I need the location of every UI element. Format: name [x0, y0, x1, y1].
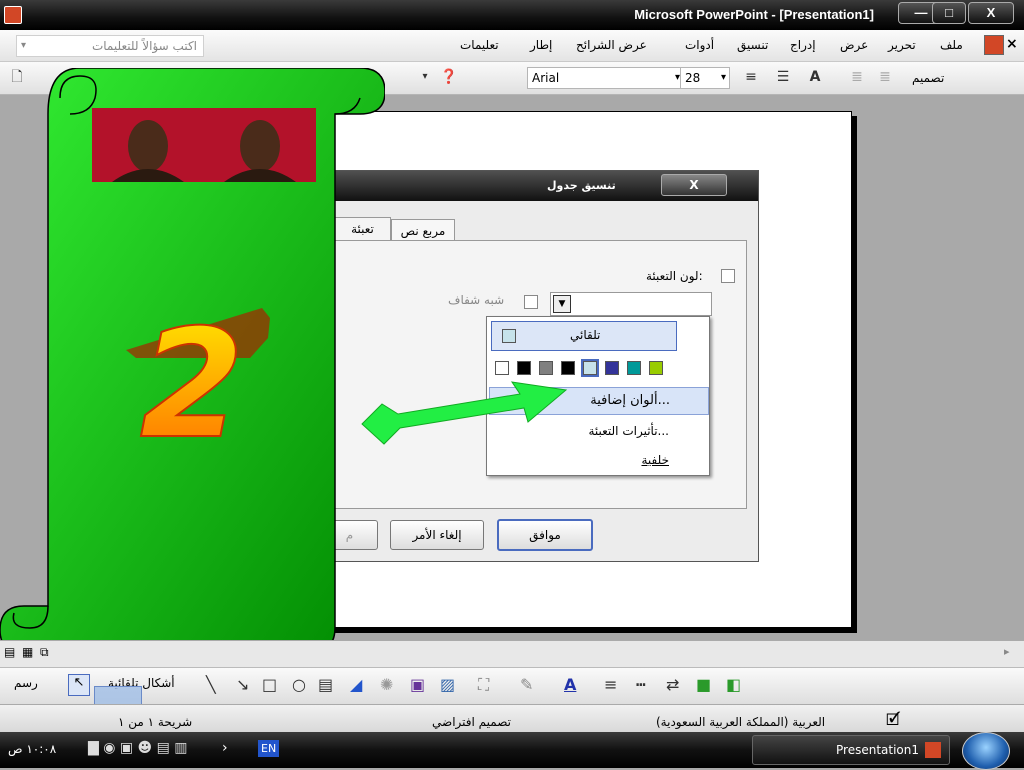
horizontal-scrollbar[interactable]: ▤ ▦ ⧉ ▸: [0, 640, 1024, 667]
automatic-color-option[interactable]: تلقائي: [491, 321, 677, 351]
arrow-style-icon[interactable]: ⇄: [666, 675, 679, 695]
scroll-right-icon[interactable]: ▸: [1004, 645, 1010, 658]
dialog-title: تنسيق جدول: [547, 179, 616, 192]
menu-window[interactable]: إطار: [530, 38, 552, 52]
rectangle-icon[interactable]: □: [262, 675, 277, 695]
semi-transparent-label: شبه شفاف: [448, 293, 505, 307]
design-button[interactable]: تصميم: [912, 71, 944, 85]
color-swatch[interactable]: [627, 361, 641, 375]
wordart-icon[interactable]: ◢: [350, 675, 362, 695]
ask-question-box[interactable]: ▾ اكتب سؤالاً للتعليمات: [16, 35, 204, 57]
language-indicator[interactable]: EN: [258, 740, 280, 757]
color-swatch[interactable]: [649, 361, 663, 375]
shadow-style-icon[interactable]: ■: [696, 675, 711, 695]
design-template: تصميم افتراضي: [432, 715, 511, 729]
color-swatch[interactable]: [605, 361, 619, 375]
slide-info: شريحة ١ من ١: [118, 715, 193, 729]
textbox-icon[interactable]: ▤: [318, 675, 333, 695]
green-scroll-banner: 2: [0, 68, 385, 652]
font-size-value: 28: [685, 71, 701, 85]
dialog-close-button[interactable]: X: [661, 174, 727, 196]
ask-placeholder: اكتب سؤالاً للتعليمات: [91, 39, 197, 53]
diagram-icon[interactable]: ✺: [380, 675, 393, 695]
fill-color-icon[interactable]: ⛶: [478, 675, 489, 695]
background-option[interactable]: خلفية: [641, 453, 669, 467]
menu-slideshow[interactable]: عرض الشرائح: [576, 38, 647, 52]
tray-icons[interactable]: ▇ ◉ ▣ ☻ ▤ ▥: [88, 740, 188, 756]
fill-color-label: لون التعبئة:: [646, 269, 703, 283]
slide-sorter-icon[interactable]: ▦: [22, 645, 33, 659]
menu-file[interactable]: ملف: [940, 38, 963, 52]
cancel-button[interactable]: إلغاء الأمر: [390, 520, 484, 550]
outdent-icon[interactable]: ≣: [876, 68, 894, 86]
clipart-icon[interactable]: ▣: [410, 675, 425, 695]
draw-menu[interactable]: رسم: [14, 676, 38, 690]
line-style-icon[interactable]: ≡: [604, 675, 617, 695]
font-name-value: Arial: [532, 71, 560, 85]
3d-style-icon[interactable]: ◧: [726, 675, 741, 695]
ppt-task-icon: [925, 742, 941, 758]
fill-effects-option[interactable]: تأثيرات التعبئة...: [588, 424, 669, 438]
insert-picture-icon[interactable]: ▨: [440, 675, 455, 695]
color-swatch-row: [495, 359, 695, 377]
task-label: Presentation1: [836, 743, 919, 757]
line-icon[interactable]: ╲: [206, 675, 216, 695]
taskbar-presentation-button[interactable]: Presentation1: [752, 735, 950, 765]
color-swatch[interactable]: [517, 361, 531, 375]
fill-color-checkbox[interactable]: [721, 269, 735, 283]
align-right-icon[interactable]: ≡: [742, 68, 760, 86]
line-color-icon[interactable]: ✎: [520, 675, 533, 695]
start-button-icon[interactable]: [962, 732, 1010, 770]
indent-icon[interactable]: ≣: [848, 68, 866, 86]
zoom-dropdown-icon[interactable]: ▾: [416, 68, 434, 86]
more-colors-label: ألوان إضافية...: [590, 393, 670, 408]
font-color-icon[interactable]: A: [564, 675, 576, 695]
menu-edit[interactable]: تحرير: [888, 38, 916, 52]
tray-expand-icon[interactable]: ›: [222, 740, 228, 756]
color-swatch[interactable]: [581, 359, 599, 377]
font-size-combo[interactable]: 28 ▾: [680, 67, 730, 89]
menu-tools[interactable]: أدوات: [685, 38, 714, 52]
ok-button[interactable]: موافق: [497, 519, 593, 551]
size-dropdown-icon[interactable]: ▾: [721, 68, 726, 88]
color-swatch[interactable]: [539, 361, 553, 375]
menu-format[interactable]: تنسيق: [737, 38, 768, 52]
color-swatch[interactable]: [561, 361, 575, 375]
dropdown-arrow-icon[interactable]: ▾: [21, 36, 26, 56]
status-bar: شريحة ١ من ١ تصميم افتراضي العربية (المم…: [0, 704, 1024, 733]
bullets-icon[interactable]: ☰: [774, 68, 792, 86]
automatic-swatch: [502, 329, 516, 343]
taskbar: ١٠:٠٨ ص ▇ ◉ ▣ ☻ ▤ ▥ › EN Presentation1: [0, 732, 1024, 770]
arrow-tool-icon[interactable]: ↘: [236, 675, 249, 695]
dropdown-arrow-icon[interactable]: ▼: [553, 295, 571, 313]
pointer-arrow: [361, 381, 568, 445]
semi-transparent-checkbox[interactable]: [524, 295, 538, 309]
normal-view-icon[interactable]: ▤: [4, 645, 15, 659]
select-pointer-icon[interactable]: ↖: [68, 674, 90, 696]
window-title: Microsoft PowerPoint - [Presentation1]: [634, 7, 874, 22]
automatic-label: تلقائي: [570, 328, 601, 342]
ppt-doc-icon[interactable]: [984, 35, 1004, 55]
help-icon[interactable]: ❓: [440, 68, 458, 86]
taskbar-clock[interactable]: ١٠:٠٨ ص: [8, 742, 56, 756]
increase-font-icon[interactable]: A: [806, 68, 824, 86]
fill-color-dropdown[interactable]: ▼: [550, 292, 712, 316]
maximize-button[interactable]: □: [932, 2, 966, 24]
oval-icon[interactable]: ○: [292, 675, 306, 695]
menu-help[interactable]: تعليمات: [460, 38, 499, 52]
language-status: العربية (المملكة العربية السعودية): [656, 715, 826, 729]
close-button[interactable]: X: [968, 2, 1014, 24]
close-doc-icon[interactable]: ×: [1006, 36, 1018, 52]
color-swatch[interactable]: [495, 361, 509, 375]
menu-view[interactable]: عرض: [840, 38, 868, 52]
dash-style-icon[interactable]: ┅: [636, 675, 646, 695]
slideshow-view-icon[interactable]: ⧉: [40, 645, 49, 660]
number-two-text: 2: [140, 298, 244, 472]
powerpoint-icon[interactable]: [4, 6, 22, 24]
menu-insert[interactable]: إدراج: [790, 38, 816, 52]
title-bar: Microsoft PowerPoint - [Presentation1] —…: [0, 0, 1024, 30]
